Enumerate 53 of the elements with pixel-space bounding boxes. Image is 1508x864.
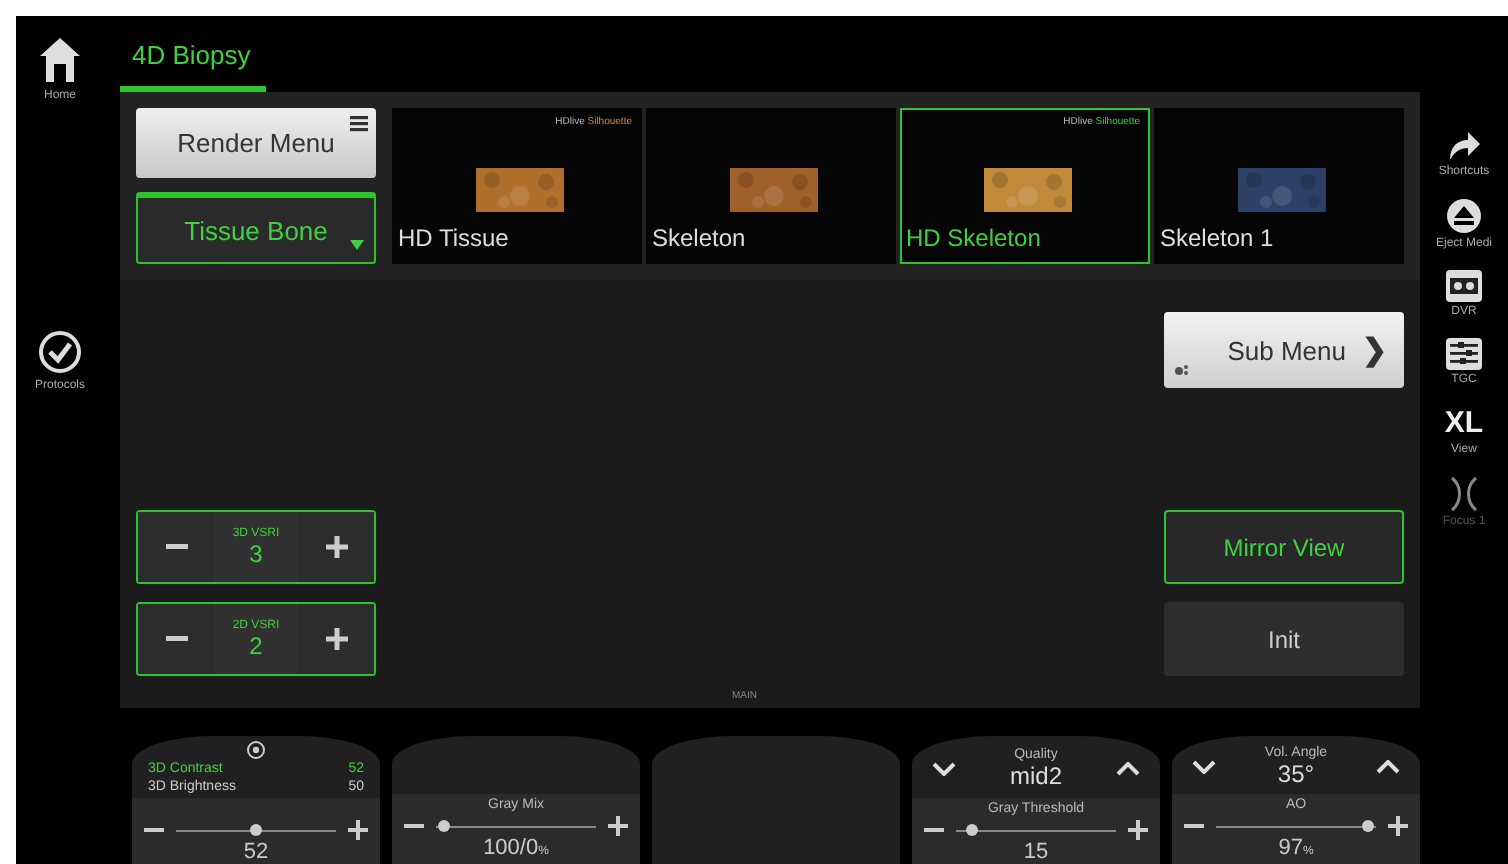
up-button[interactable]: [1375, 760, 1400, 774]
focus-icon[interactable]: [1446, 476, 1482, 512]
plus-icon: [348, 820, 368, 840]
down-button[interactable]: [932, 762, 956, 776]
up-button[interactable]: [1115, 762, 1140, 776]
minus-icon: [165, 544, 187, 550]
eject-icon[interactable]: [1445, 198, 1482, 234]
init-button[interactable]: Init: [1164, 602, 1404, 676]
minus-icon: [924, 828, 944, 832]
view-size-button[interactable]: XL: [1444, 406, 1484, 440]
slider-thumb[interactable]: [1362, 820, 1374, 832]
home-icon[interactable]: [38, 36, 82, 84]
plus-icon: [325, 628, 347, 650]
select-value: mid2: [1009, 762, 1062, 790]
curved-arrow-icon[interactable]: [1445, 130, 1482, 162]
preset-thumbnail[interactable]: Skeleton 1: [1154, 108, 1404, 264]
stepper-value: 3: [249, 539, 263, 567]
plus-icon: [608, 816, 628, 836]
checkmark-icon[interactable]: [37, 330, 82, 374]
select-value: 35°: [1277, 760, 1315, 788]
plus-button[interactable]: [1128, 820, 1148, 840]
chevron-up-icon: [1375, 760, 1400, 774]
chevron-down-icon: [932, 762, 956, 776]
caret-icon: [350, 240, 364, 250]
chevron-up-icon: [1115, 762, 1140, 776]
menu-icon: [350, 116, 368, 132]
slider-thumb[interactable]: [966, 824, 978, 836]
slider-thumb[interactable]: [250, 824, 262, 836]
plus-button[interactable]: [348, 820, 368, 840]
slider-value: 52: [243, 840, 269, 864]
render-mode-dropdown[interactable]: Tissue Bone: [136, 192, 376, 264]
slider-value: 15: [1023, 840, 1049, 864]
minus-icon: [404, 824, 424, 828]
mirror-view-button[interactable]: Mirror View: [1164, 510, 1404, 584]
minus-icon: [144, 828, 164, 832]
sub-menu-button[interactable]: Sub Menu ❯: [1164, 312, 1404, 388]
film-icon[interactable]: [1446, 270, 1482, 302]
minus-icon: [165, 636, 187, 642]
slider-thumb[interactable]: [438, 820, 450, 832]
sliders-icon[interactable]: [1446, 338, 1482, 370]
plus-button[interactable]: [1388, 816, 1408, 836]
stepper-value: 2: [249, 631, 263, 659]
plus-icon: [1388, 816, 1408, 836]
preset-thumbnail[interactable]: Skeleton: [646, 108, 896, 264]
down-button[interactable]: [1192, 760, 1216, 774]
render-menu-button[interactable]: Render Menu: [136, 108, 376, 179]
target-icon: [246, 740, 266, 760]
minus-icon: [1184, 824, 1204, 828]
plus-icon: [1128, 820, 1148, 840]
gear-icon: [1174, 364, 1188, 376]
plus-icon: [325, 536, 347, 558]
chevron-down-icon: [1192, 760, 1216, 774]
plus-button[interactable]: [608, 816, 628, 836]
